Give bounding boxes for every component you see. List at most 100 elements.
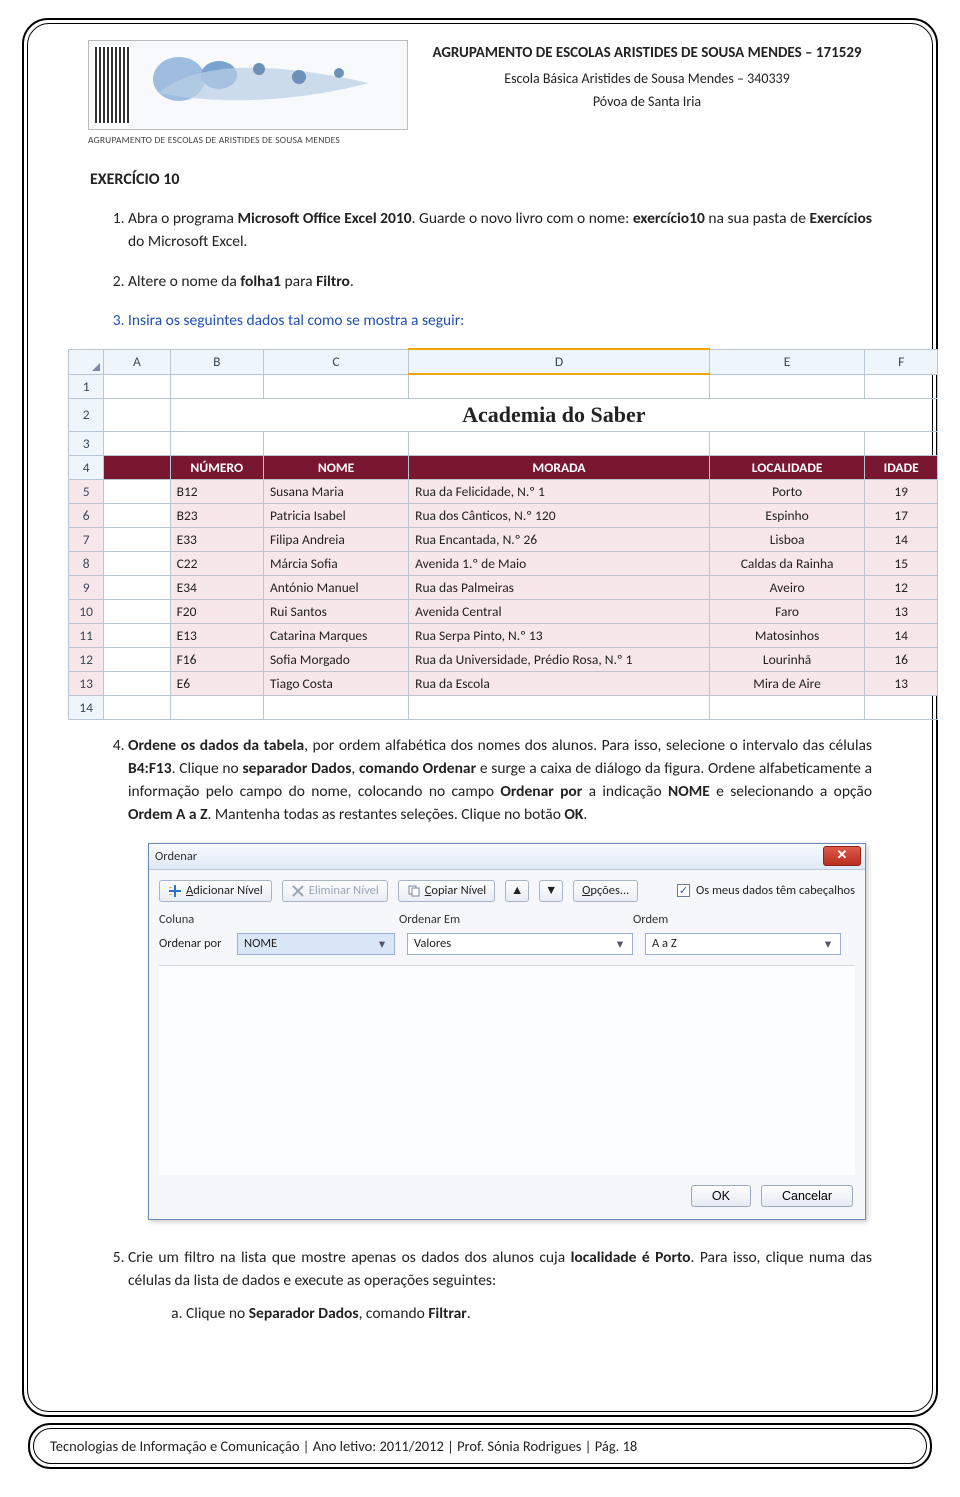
excel-row-header[interactable]: 5: [69, 479, 104, 503]
close-button[interactable]: ✕: [823, 846, 861, 866]
excel-row-header[interactable]: 13: [69, 671, 104, 695]
excel-col-header[interactable]: A: [104, 349, 170, 374]
excel-row-header[interactable]: 11: [69, 623, 104, 647]
excel-col-header-selected[interactable]: D: [409, 349, 710, 374]
cell[interactable]: 13: [865, 671, 938, 695]
table-header[interactable]: NÚMERO: [170, 455, 263, 479]
cell[interactable]: E33: [170, 527, 263, 551]
table-header[interactable]: IDADE: [865, 455, 938, 479]
cell[interactable]: Matosinhos: [709, 623, 865, 647]
cell[interactable]: B23: [170, 503, 263, 527]
excel-col-header[interactable]: C: [263, 349, 408, 374]
sort-order-combo[interactable]: A a Z ▾: [645, 933, 841, 955]
cell[interactable]: Avenida 1.º de Maio: [409, 551, 710, 575]
cell[interactable]: Caldas da Rainha: [709, 551, 865, 575]
table-header[interactable]: NOME: [263, 455, 408, 479]
add-level-button[interactable]: Adicionar Nível: [159, 880, 272, 902]
cell[interactable]: 14: [865, 623, 938, 647]
text: .: [350, 272, 354, 291]
excel-row-header[interactable]: 6: [69, 503, 104, 527]
step-4: Ordene os dados da tabela, por ordem alf…: [128, 734, 872, 827]
excel-select-all[interactable]: [69, 349, 104, 374]
table-header[interactable]: MORADA: [409, 455, 710, 479]
document-header: AGRUPAMENTO DE ESCOLAS DE ARISTIDES DE S…: [88, 40, 872, 146]
cell[interactable]: Filipa Andreia: [263, 527, 408, 551]
text: . Guarde o novo livro com o nome:: [412, 209, 633, 228]
table-header[interactable]: LOCALIDADE: [709, 455, 865, 479]
cell[interactable]: B12: [170, 479, 263, 503]
cell[interactable]: F16: [170, 647, 263, 671]
cell[interactable]: Faro: [709, 599, 865, 623]
cell[interactable]: 14: [865, 527, 938, 551]
combo-value: A a Z: [652, 936, 677, 951]
cell[interactable]: E6: [170, 671, 263, 695]
excel-row-header[interactable]: 9: [69, 575, 104, 599]
excel-row-header[interactable]: 12: [69, 647, 104, 671]
move-up-button[interactable]: ▲: [505, 880, 529, 902]
column-header-coluna: Coluna: [159, 912, 399, 927]
copy-level-button[interactable]: Copiar Nível: [398, 880, 495, 902]
cell[interactable]: Porto: [709, 479, 865, 503]
excel-row-header[interactable]: 4: [69, 455, 104, 479]
text: s meus dados têm cabeçalhos: [704, 883, 855, 898]
cell[interactable]: E34: [170, 575, 263, 599]
cell[interactable]: F20: [170, 599, 263, 623]
excel-row-header[interactable]: 10: [69, 599, 104, 623]
sort-column-combo[interactable]: NOME ▾: [237, 933, 395, 955]
headers-checkbox[interactable]: ✓ Os meus dados têm cabeçalhos: [677, 883, 855, 898]
cell[interactable]: Susana Maria: [263, 479, 408, 503]
excel-col-header[interactable]: E: [709, 349, 865, 374]
cell[interactable]: Espinho: [709, 503, 865, 527]
excel-row-header[interactable]: 1: [69, 374, 104, 398]
text: a indicação: [582, 782, 668, 801]
chevron-down-icon: ▾: [374, 936, 390, 952]
excel-col-header[interactable]: B: [170, 349, 263, 374]
cell[interactable]: Avenida Central: [409, 599, 710, 623]
cell[interactable]: 13: [865, 599, 938, 623]
cell[interactable]: Rua da Universidade, Prédio Rosa, N.º 1: [409, 647, 710, 671]
cell[interactable]: Lisboa: [709, 527, 865, 551]
excel-row-header[interactable]: 3: [69, 431, 104, 455]
cell[interactable]: Tiago Costa: [263, 671, 408, 695]
excel-col-header[interactable]: F: [865, 349, 938, 374]
chevron-down-icon: ▾: [820, 936, 836, 952]
cell[interactable]: Patricia Isabel: [263, 503, 408, 527]
cell[interactable]: Lourinhã: [709, 647, 865, 671]
ok-button[interactable]: OK: [691, 1185, 751, 1207]
cancel-button[interactable]: Cancelar: [761, 1185, 853, 1207]
text: O: [696, 883, 704, 898]
table-title[interactable]: Academia do Saber: [170, 398, 937, 431]
cell[interactable]: Catarina Marques: [263, 623, 408, 647]
options-button[interactable]: Opções...: [573, 880, 638, 902]
cell[interactable]: António Manuel: [263, 575, 408, 599]
cell[interactable]: Mira de Aire: [709, 671, 865, 695]
excel-row-header[interactable]: 8: [69, 551, 104, 575]
combo-value: NOME: [244, 936, 277, 951]
cell[interactable]: Rua dos Cânticos, N.º 120: [409, 503, 710, 527]
excel-row-header[interactable]: 2: [69, 398, 104, 431]
cell[interactable]: 17: [865, 503, 938, 527]
cell[interactable]: Rua da Felicidade, N.º 1: [409, 479, 710, 503]
cell[interactable]: 19: [865, 479, 938, 503]
excel-row-header[interactable]: 14: [69, 695, 104, 719]
dialog-titlebar[interactable]: Ordenar ✕: [149, 844, 865, 870]
cell[interactable]: E13: [170, 623, 263, 647]
cell[interactable]: Rui Santos: [263, 599, 408, 623]
cell[interactable]: Rua Serpa Pinto, N.º 13: [409, 623, 710, 647]
cell[interactable]: Rua das Palmeiras: [409, 575, 710, 599]
cell[interactable]: 15: [865, 551, 938, 575]
text: na sua pasta de: [705, 209, 810, 228]
cell[interactable]: Rua da Escola: [409, 671, 710, 695]
cell[interactable]: 16: [865, 647, 938, 671]
excel-row-header[interactable]: 7: [69, 527, 104, 551]
cell[interactable]: Rua Encantada, N.º 26: [409, 527, 710, 551]
cell[interactable]: Aveiro: [709, 575, 865, 599]
cell[interactable]: C22: [170, 551, 263, 575]
sort-on-combo[interactable]: Valores▾: [407, 933, 633, 955]
cell[interactable]: Sofia Morgado: [263, 647, 408, 671]
delete-level-button[interactable]: Eliminar Nível: [282, 880, 388, 902]
text-bold: separador Dados: [242, 759, 351, 778]
cell[interactable]: 12: [865, 575, 938, 599]
cell[interactable]: Márcia Sofia: [263, 551, 408, 575]
move-down-button[interactable]: ▼: [539, 880, 563, 902]
